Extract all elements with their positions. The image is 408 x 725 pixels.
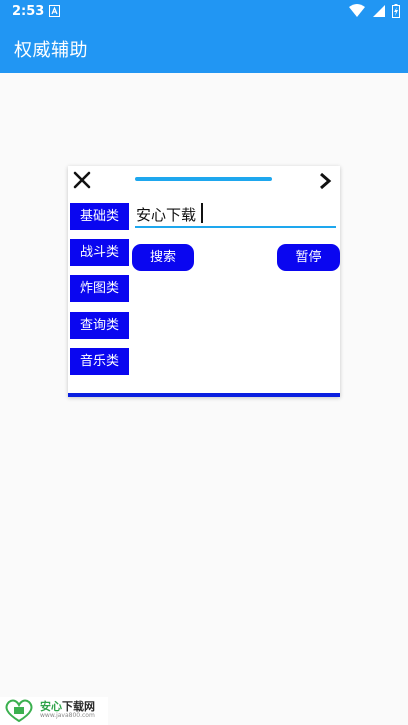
watermark-url: www.java800.com: [40, 712, 95, 719]
battery-charging-icon: [392, 4, 400, 18]
status-icons: [346, 4, 400, 20]
app-title: 权威辅助: [14, 40, 88, 61]
pause-button[interactable]: 暂停: [277, 244, 340, 271]
status-bar: 2:53: [0, 0, 408, 24]
status-time: 2:53: [12, 4, 45, 19]
close-icon[interactable]: [72, 170, 92, 190]
app-bar: 权威辅助: [0, 24, 408, 73]
wifi-icon: [348, 4, 365, 17]
category-query-button[interactable]: 查询类: [70, 312, 129, 339]
search-input[interactable]: [135, 203, 336, 228]
category-combat-button[interactable]: 战斗类: [70, 239, 129, 266]
category-basic-button[interactable]: 基础类: [70, 203, 129, 230]
notification-a-icon: [49, 5, 60, 17]
search-button[interactable]: 搜索: [132, 244, 194, 271]
drag-handle[interactable]: [135, 177, 272, 181]
text-caret: [201, 203, 203, 223]
signal-icon: [372, 5, 385, 17]
chevron-right-icon[interactable]: [318, 172, 332, 190]
category-music-button[interactable]: 音乐类: [70, 348, 129, 375]
floating-panel: 基础类 战斗类 炸图类 查询类 音乐类 搜索 暂停: [68, 166, 340, 397]
anxin-logo-icon: [5, 699, 33, 723]
watermark: 安心下载网 www.java800.com: [0, 697, 108, 725]
category-map-blast-button[interactable]: 炸图类: [70, 275, 129, 302]
